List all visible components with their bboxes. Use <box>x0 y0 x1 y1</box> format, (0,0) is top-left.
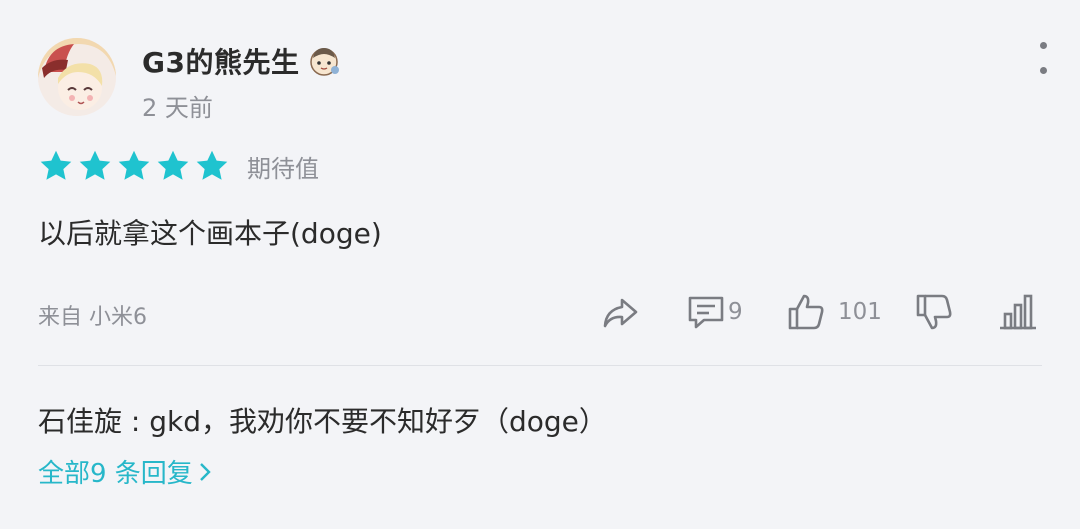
cartoon-badge-icon <box>310 48 340 76</box>
anime-avatar-icon <box>38 38 116 116</box>
share-icon <box>603 298 638 328</box>
device-info: 来自 小米6 <box>38 305 147 330</box>
comment-icon <box>688 296 724 329</box>
more-options-icon[interactable] <box>1030 42 1056 74</box>
view-all-replies-link[interactable]: 全部9 条回复 <box>38 453 213 490</box>
star-icon <box>196 150 228 180</box>
bar-chart-icon <box>1000 294 1036 330</box>
like-button[interactable]: 101 <box>786 292 882 332</box>
star-icon <box>40 150 72 180</box>
username[interactable]: G3的熊先生 <box>142 41 299 81</box>
username-row[interactable]: G3的熊先生 <box>142 41 341 81</box>
user-avatar[interactable] <box>38 38 116 116</box>
view-all-replies-label[interactable]: 全部9 条回复 <box>38 453 193 490</box>
post-time: 2 天前 <box>142 94 213 122</box>
share-button[interactable] <box>600 292 640 332</box>
dislike-button[interactable] <box>914 292 954 332</box>
star-rating: 期待值 <box>38 148 319 184</box>
reply-button[interactable]: 9 <box>686 292 743 332</box>
comment-text: 以后就拿这个画本子(doge) <box>38 217 382 250</box>
chevron-right-icon <box>199 462 211 481</box>
star-icon <box>79 150 111 180</box>
reply-preview[interactable]: 石佳旋 : gkd，我劝你不要不知好歹（doge） <box>38 400 607 440</box>
star-icon <box>157 150 189 180</box>
like-count: 101 <box>838 299 882 325</box>
stats-button[interactable] <box>998 292 1038 332</box>
review-card: G3的熊先生 2 天前 期待值 以后就拿这个画本子(doge) 来自 小米6 9… <box>0 0 1080 529</box>
reply-count: 9 <box>728 299 743 325</box>
star-icon <box>118 150 150 180</box>
thumbs-down-icon <box>916 294 952 330</box>
thumbs-up-icon <box>788 294 824 330</box>
rating-label: 期待值 <box>247 154 319 183</box>
divider <box>38 365 1042 366</box>
